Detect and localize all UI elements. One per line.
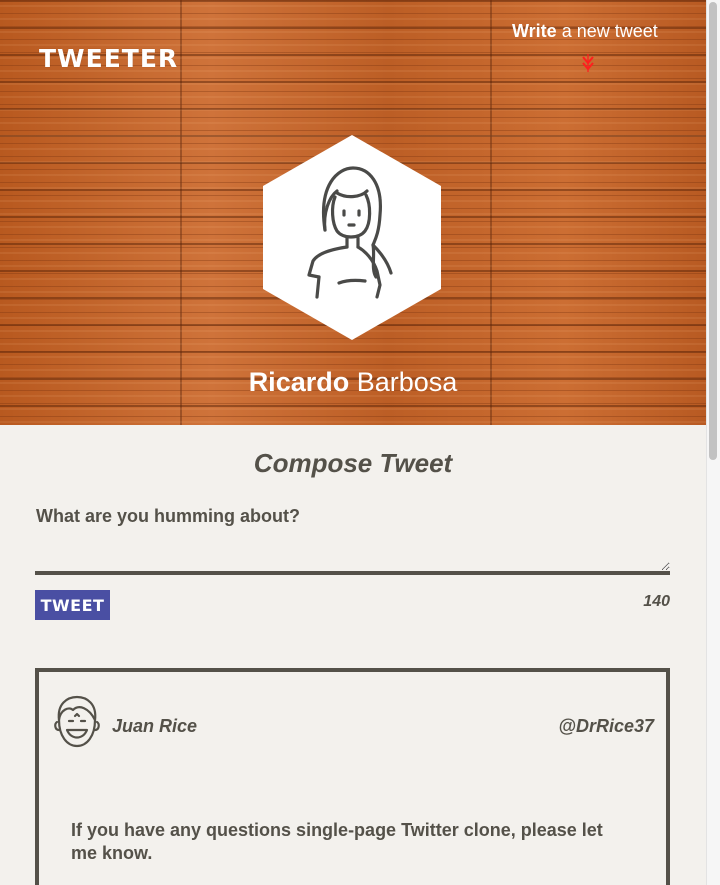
char-counter: 140: [643, 593, 670, 610]
compose-prompt-label: What are you humming about?: [36, 506, 300, 526]
nav-compose-rest: a new tweet: [556, 21, 658, 41]
tweet-card: Juan Rice @DrRice37 If you have any ques…: [35, 668, 670, 885]
app-logo[interactable]: TWEETER: [39, 44, 178, 73]
user-first-name: Ricardo: [248, 367, 350, 397]
compose-title: Compose Tweet: [253, 448, 453, 478]
nav-compose-bold: Write: [512, 21, 557, 41]
user-avatar: [263, 135, 441, 340]
tweet-submit-button[interactable]: TWEET: [35, 590, 110, 620]
double-chevron-down-icon[interactable]: [580, 52, 596, 74]
profile-header-banner: TWEETER Write a new tweet Ricardo Barbos…: [0, 0, 706, 425]
write-new-tweet-link[interactable]: Write a new tweet: [512, 21, 672, 42]
tweet-body-text: If you have any questions single-page Tw…: [71, 820, 603, 863]
tweet-author-name: Juan Rice: [112, 716, 198, 736]
tweet-text-input[interactable]: [35, 533, 670, 575]
scrollbar-thumb[interactable]: [709, 2, 717, 460]
smiling-man-avatar-icon: [54, 695, 100, 748]
user-last-name: Barbosa: [349, 367, 458, 397]
tweet-author-handle: @DrRice37: [558, 716, 654, 736]
profile-user-name: Ricardo Barbosa: [0, 367, 706, 398]
